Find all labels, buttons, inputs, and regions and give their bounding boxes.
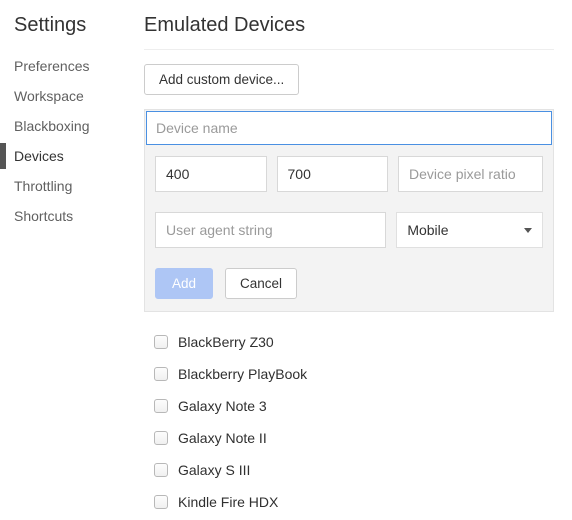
new-device-form: Mobile Add Cancel	[144, 109, 554, 312]
device-name-input[interactable]	[146, 111, 552, 145]
device-list-item[interactable]: Kindle Fire HDX	[150, 486, 554, 518]
device-list-item[interactable]: Blackberry PlayBook	[150, 358, 554, 390]
checkbox[interactable]	[154, 367, 168, 381]
settings-sidebar: Settings Preferences Workspace Blackboxi…	[0, 0, 120, 520]
sidebar-title: Settings	[14, 14, 120, 37]
main-panel: Emulated Devices Add custom device... Mo…	[120, 0, 572, 520]
checkbox[interactable]	[154, 431, 168, 445]
add-custom-device-button[interactable]: Add custom device...	[144, 64, 299, 95]
device-list-item[interactable]: BlackBerry Z30	[150, 326, 554, 358]
page-title: Emulated Devices	[144, 14, 554, 50]
device-pixel-ratio-input[interactable]	[398, 156, 543, 192]
cancel-button[interactable]: Cancel	[225, 268, 297, 299]
checkbox[interactable]	[154, 495, 168, 509]
device-list-item[interactable]: Galaxy Note II	[150, 422, 554, 454]
device-height-input[interactable]	[277, 156, 389, 192]
checkbox[interactable]	[154, 399, 168, 413]
device-type-selected-value: Mobile	[407, 222, 448, 238]
device-list-item[interactable]: Galaxy S III	[150, 454, 554, 486]
device-label: Blackberry PlayBook	[178, 366, 307, 382]
device-type-select[interactable]: Mobile	[396, 212, 543, 248]
sidebar-item-preferences[interactable]: Preferences	[14, 51, 120, 81]
device-label: Galaxy Note II	[178, 430, 267, 446]
device-width-input[interactable]	[155, 156, 267, 192]
device-label: BlackBerry Z30	[178, 334, 274, 350]
device-list-item[interactable]: Galaxy Note 3	[150, 390, 554, 422]
sidebar-item-throttling[interactable]: Throttling	[14, 171, 120, 201]
checkbox[interactable]	[154, 335, 168, 349]
sidebar-item-workspace[interactable]: Workspace	[14, 81, 120, 111]
add-button[interactable]: Add	[155, 268, 213, 299]
sidebar-item-blackboxing[interactable]: Blackboxing	[14, 111, 120, 141]
device-list: BlackBerry Z30 Blackberry PlayBook Galax…	[144, 322, 554, 518]
device-label: Kindle Fire HDX	[178, 494, 278, 510]
user-agent-input[interactable]	[155, 212, 386, 248]
sidebar-item-shortcuts[interactable]: Shortcuts	[14, 201, 120, 231]
checkbox[interactable]	[154, 463, 168, 477]
device-label: Galaxy S III	[178, 462, 250, 478]
device-label: Galaxy Note 3	[178, 398, 267, 414]
chevron-down-icon	[524, 228, 532, 233]
sidebar-item-devices[interactable]: Devices	[14, 141, 120, 171]
